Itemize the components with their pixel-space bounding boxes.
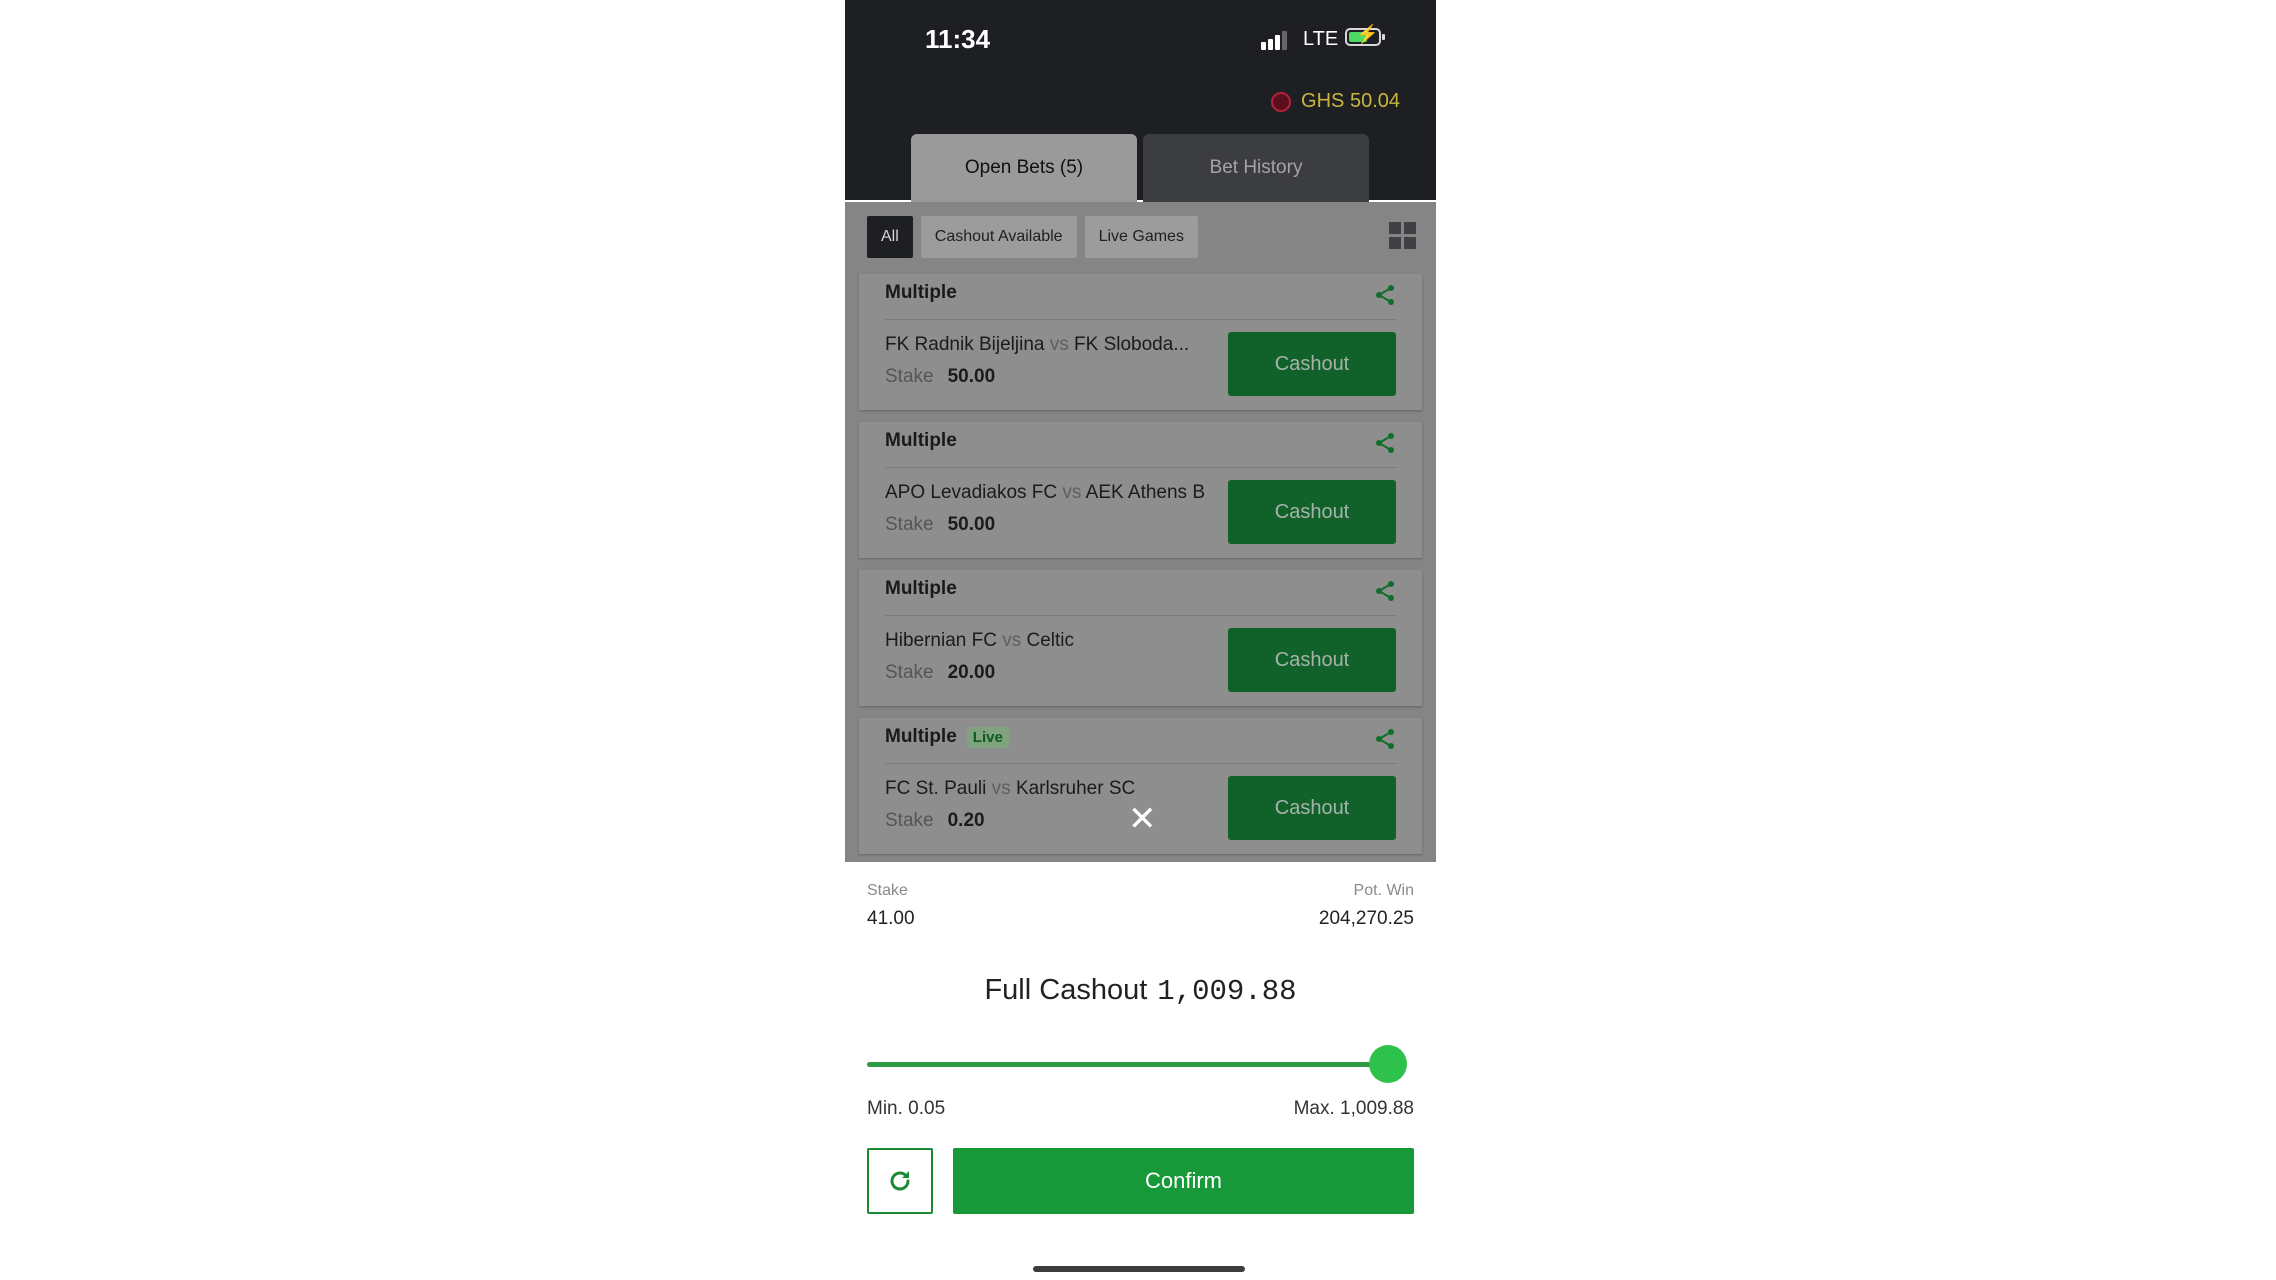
slider-max-label: Max. 1,009.88 <box>1293 1098 1414 1119</box>
bet-type: Multiple Live <box>885 726 1009 748</box>
share-icon[interactable] <box>1374 580 1396 602</box>
match-name: FK Radnik Bijeljina vs FK Sloboda... <box>885 334 1190 355</box>
account-balance[interactable]: GHS 50.04 <box>1271 90 1400 113</box>
bet-type: Multiple <box>885 430 957 451</box>
filter-cashout-available[interactable]: Cashout Available <box>920 216 1077 258</box>
match-name: FC St. Pauli vs Karlsruher SC <box>885 778 1136 799</box>
refresh-button[interactable] <box>867 1148 933 1214</box>
account-avatar-icon <box>1271 91 1292 112</box>
phone-screen: 11:34 LTE ⚡ GHS 50.04 Open Bets (5) Bet … <box>845 0 1436 1280</box>
stake-row: Stake 0.20 <box>885 810 985 831</box>
match-name: APO Levadiakos FC vs AEK Athens B <box>885 482 1205 503</box>
full-cashout-title: Full Cashout 1,009.88 <box>984 974 1297 1008</box>
status-time: 11:34 <box>925 24 991 54</box>
stake-label: Stake <box>867 882 908 899</box>
bets-tabs: Open Bets (5) Bet History <box>911 134 1369 202</box>
tab-bet-history[interactable]: Bet History <box>1143 134 1369 202</box>
top-bar: 11:34 LTE ⚡ GHS 50.04 Open Bets (5) Bet … <box>845 0 1436 202</box>
cashout-button[interactable]: Cashout <box>1228 628 1396 692</box>
stake-row: Stake 50.00 <box>885 366 996 387</box>
slider-min-label: Min. 0.05 <box>867 1098 946 1119</box>
balance-amount: GHS 50.04 <box>1301 90 1400 112</box>
cashout-sheet: Stake 41.00 Pot. Win 204,270.25 Full Cas… <box>845 862 1436 1280</box>
battery-icon: ⚡ <box>1345 25 1385 46</box>
open-bets-list: All Cashout Available Live Games Multipl… <box>845 202 1436 862</box>
potential-win-value: 204,270.25 <box>1318 908 1414 929</box>
refresh-icon <box>890 1171 910 1191</box>
cashout-button[interactable]: Cashout <box>1228 776 1396 840</box>
network-label: LTE <box>1303 28 1339 50</box>
share-icon[interactable] <box>1374 284 1396 306</box>
signal-icon <box>1261 30 1291 50</box>
bet-card: Multiple FK Radnik Bijeljina vs FK Slobo… <box>859 274 1422 410</box>
live-badge: Live <box>966 726 1009 748</box>
bet-card: Multiple Hibernian FC vs Celtic Stake 20.… <box>859 570 1422 706</box>
divider <box>885 615 1396 616</box>
bet-type: Multiple <box>885 282 957 303</box>
bet-card: Multiple APO Levadiakos FC vs AEK Athens… <box>859 422 1422 558</box>
home-indicator <box>1033 1266 1245 1272</box>
close-icon[interactable]: ✕ <box>1128 802 1157 836</box>
divider <box>885 319 1396 320</box>
bet-type: Multiple <box>885 578 957 599</box>
cashout-button[interactable]: Cashout <box>1228 332 1396 396</box>
grid-view-icon[interactable] <box>1389 222 1416 249</box>
share-icon[interactable] <box>1374 432 1396 454</box>
cashout-slider-handle[interactable] <box>1369 1045 1407 1083</box>
filter-all[interactable]: All <box>867 216 913 258</box>
cashout-button[interactable]: Cashout <box>1228 480 1396 544</box>
divider <box>885 467 1396 468</box>
stake-row: Stake 20.00 <box>885 662 996 683</box>
match-name: Hibernian FC vs Celtic <box>885 630 1075 651</box>
stake-value: 41.00 <box>867 908 915 929</box>
filter-live-games[interactable]: Live Games <box>1084 216 1198 258</box>
potential-win-label: Pot. Win <box>1353 882 1414 899</box>
share-icon[interactable] <box>1374 728 1396 750</box>
confirm-button[interactable]: Confirm <box>953 1148 1414 1214</box>
cashout-slider-track[interactable] <box>867 1062 1392 1067</box>
tab-open-bets[interactable]: Open Bets (5) <box>911 134 1137 202</box>
bet-filters: All Cashout Available Live Games <box>867 216 1198 258</box>
full-cashout-amount: 1,009.88 <box>1157 975 1297 1008</box>
stake-row: Stake 50.00 <box>885 514 996 535</box>
divider <box>885 763 1396 764</box>
